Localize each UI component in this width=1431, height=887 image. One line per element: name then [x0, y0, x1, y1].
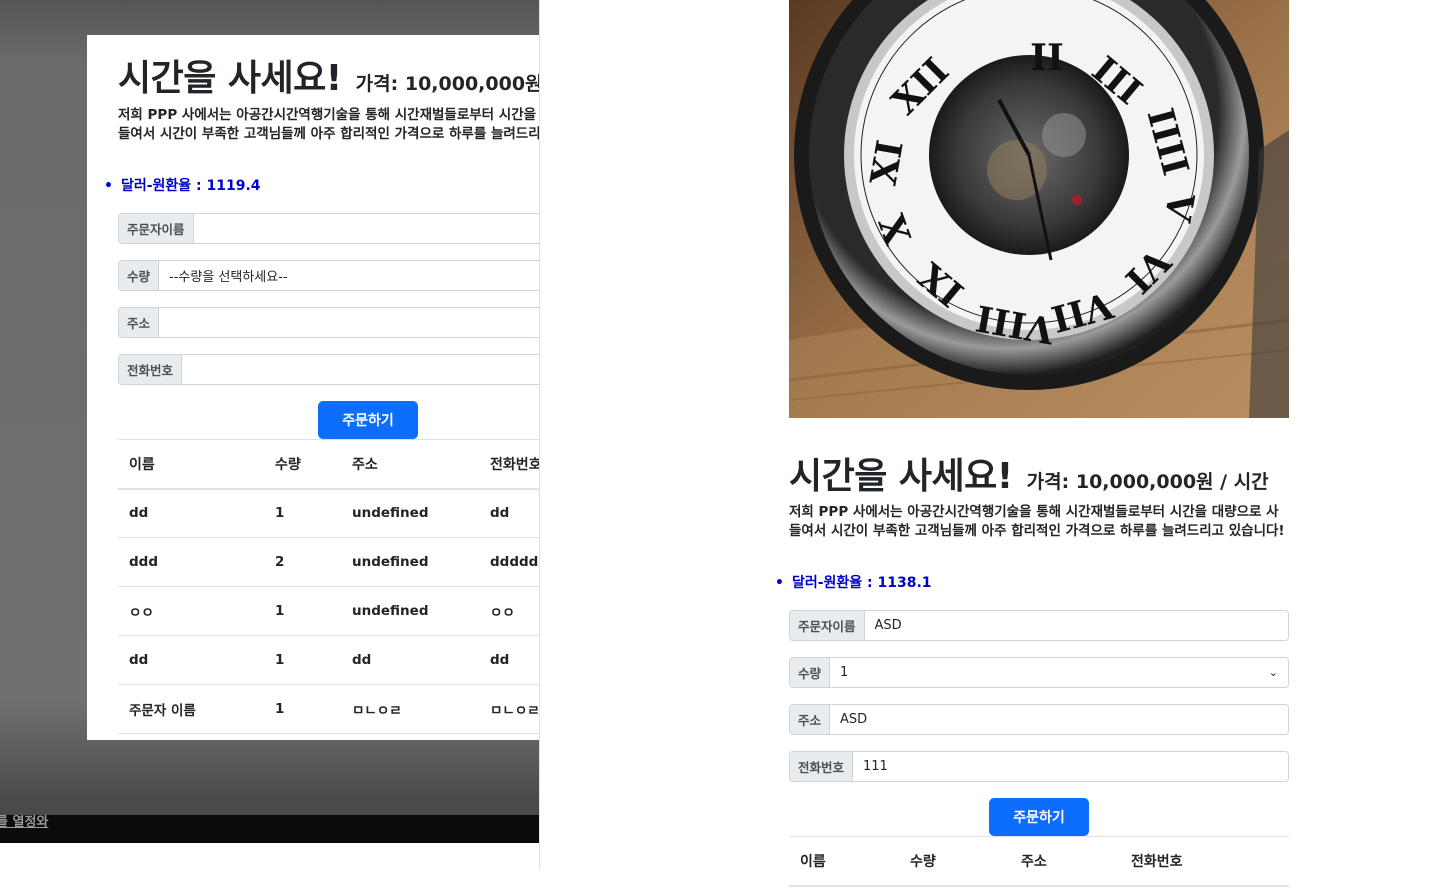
description-text: 저희 PPP 사에서는 아공간시간역행기술을 통해 시간재벌들로부터 시간을 대… [118, 107, 539, 142]
phone-input-group: 전화번호 [118, 354, 539, 385]
address-label: 주소 [119, 308, 160, 337]
order-button[interactable]: 주문하기 [989, 798, 1089, 836]
rate-list: 달러-원환율 : 1138.1 [789, 572, 932, 592]
page-title: 시간을 사세요! [789, 456, 1013, 497]
cell-address: undefined [341, 586, 479, 636]
cell-address: undefined [341, 488, 479, 538]
col-header-address: 주소 [1010, 836, 1120, 887]
left-order-card: 시간을 사세요! 가격: 10,000,000원 / 저희 PPP 사에서는 아… [87, 35, 539, 740]
address-input[interactable] [159, 308, 539, 337]
table-header-row: 이름 수량 주소 전화번호 [118, 439, 539, 490]
footer-bar [0, 815, 539, 843]
name-label: 주문자이름 [119, 214, 194, 243]
svg-text:II: II [1030, 37, 1064, 79]
table-row: dd 1 undefined dd [118, 488, 539, 538]
page-title: 시간을 사세요! [118, 58, 342, 99]
table-row: dd 1 dd dd [118, 635, 539, 685]
qty-input-group: 수량 1 ⌄ [789, 657, 1289, 688]
svg-text:XI: XI [863, 137, 912, 188]
cell-phone: ㅇㅇ [479, 586, 539, 636]
col-header-qty: 수량 [264, 439, 341, 490]
address-input[interactable]: ASD [830, 705, 1288, 734]
table-header-row: 이름 수량 주소 전화번호 [789, 836, 1289, 887]
order-button[interactable]: 주문하기 [318, 401, 418, 439]
cell-qty: 1 [264, 635, 341, 685]
orders-table: 이름 수량 주소 전화번호 [789, 836, 1289, 887]
description-text: 저희 PPP 사에서는 아공간시간역행기술을 통해 시간재벌들로부터 시간을 대… [789, 504, 1285, 539]
exchange-rate: 달러-원환율 : 1119.4 [118, 175, 261, 195]
phone-input[interactable] [182, 355, 539, 384]
cell-phone: dd [479, 488, 539, 538]
address-input-group: 주소 ASD [789, 704, 1289, 735]
col-header-qty: 수량 [899, 836, 1010, 887]
name-input-group: 주문자이름 ASD [789, 610, 1289, 641]
phone-label: 전화번호 [790, 752, 854, 781]
cell-name: dd [118, 488, 264, 538]
background-window: 시간을 사세요! 가격: 10,000,000원 / 저희 PPP 사에서는 아… [0, 0, 539, 870]
col-header-name: 이름 [789, 836, 899, 887]
rate-list: 달러-원환율 : 1119.4 [118, 175, 261, 195]
name-input-group: 주문자이름 [118, 213, 539, 244]
pocket-watch-image: II III IIII V VI VII VIII IX X XI XII [789, 0, 1289, 418]
left-title-row: 시간을 사세요! 가격: 10,000,000원 / [118, 49, 539, 101]
name-input[interactable] [193, 214, 539, 243]
cell-address: ㅁㄴㅇㄹ [341, 684, 479, 734]
col-header-phone: 전화번호 [1120, 836, 1289, 887]
right-title-row: 시간을 사세요! 가격: 10,000,000원 / 시간 [789, 447, 1269, 499]
orders-table: 이름 수량 주소 전화번호 dd 1 undefined dd ddd 2 un… [118, 439, 539, 734]
qty-label: 수량 [790, 658, 831, 687]
exchange-rate: 달러-원환율 : 1138.1 [789, 572, 932, 592]
cell-phone: ddddd [479, 537, 539, 587]
col-header-address: 주소 [341, 439, 479, 490]
cell-name: dd [118, 635, 264, 685]
cell-phone: dd [479, 635, 539, 685]
address-input-group: 주소 [118, 307, 539, 338]
pane-divider [539, 0, 540, 870]
col-header-name: 이름 [118, 439, 264, 490]
pocket-watch-icon: II III IIII V VI VII VIII IX X XI XII [789, 0, 1289, 418]
cell-phone: ㅁㄴㅇㄹ [479, 684, 539, 734]
phone-input-group: 전화번호 111 [789, 751, 1289, 782]
cell-qty: 2 [264, 537, 341, 587]
qty-selected-value: 1 [840, 665, 849, 680]
cell-qty: 1 [264, 684, 341, 734]
qty-label: 수량 [119, 261, 160, 290]
cell-address: dd [341, 635, 479, 685]
table-row: ddd 2 undefined ddddd [118, 537, 539, 587]
qty-input-group: 수량 --수량을 선택하세요-- [118, 260, 539, 291]
footer-link[interactable]: 를 열정와 [0, 811, 48, 830]
name-label: 주문자이름 [790, 611, 865, 640]
phone-label: 전화번호 [119, 355, 183, 384]
footer-spacer [0, 843, 539, 870]
table-row: 주문자 이름 1 ㅁㄴㅇㄹ ㅁㄴㅇㄹ [118, 684, 539, 734]
cell-qty: 1 [264, 586, 341, 636]
cell-name: ㅇㅇ [118, 586, 264, 636]
name-input[interactable]: ASD [864, 611, 1288, 640]
qty-select[interactable]: --수량을 선택하세요-- [159, 261, 539, 290]
price-label: 가격: 10,000,000원 / [355, 73, 539, 95]
cell-name: ddd [118, 537, 264, 587]
cell-address: undefined [341, 537, 479, 587]
col-header-phone: 전화번호 [479, 439, 539, 490]
price-label: 가격: 10,000,000원 / 시간 [1026, 471, 1269, 493]
chevron-down-icon: ⌄ [1268, 666, 1278, 679]
table-row: ㅇㅇ 1 undefined ㅇㅇ [118, 586, 539, 636]
address-label: 주소 [790, 705, 831, 734]
cell-name: 주문자 이름 [118, 684, 264, 734]
phone-input[interactable]: 111 [853, 752, 1288, 781]
cell-qty: 1 [264, 488, 341, 538]
qty-select[interactable]: 1 ⌄ [830, 658, 1288, 687]
